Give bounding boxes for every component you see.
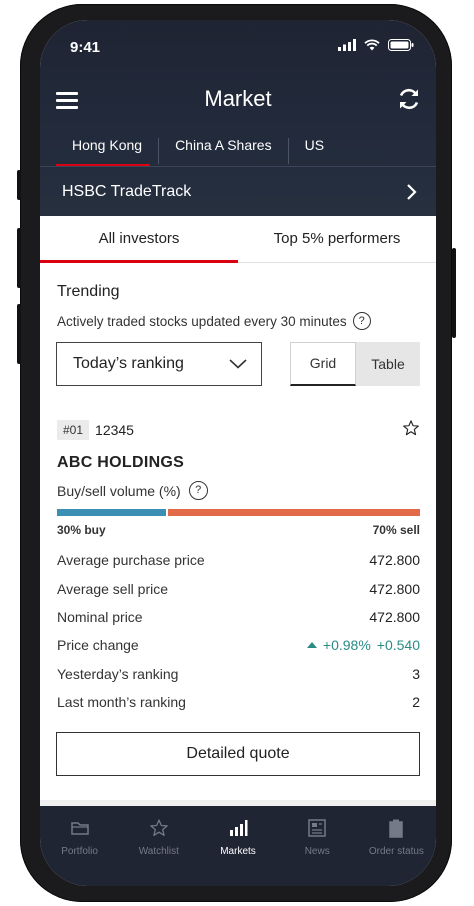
newspaper-icon [308, 819, 326, 837]
bottom-nav: Portfolio Watchlist Markets News Order s… [40, 806, 436, 886]
wifi-icon [364, 39, 380, 51]
help-icon[interactable]: ? [188, 481, 208, 500]
nav-portfolio[interactable]: Portfolio [40, 806, 119, 886]
clipboard-icon [389, 819, 404, 838]
app-screen: 9:41 Market Hong Kong China A Shares US … [40, 20, 436, 886]
volume-down-button [17, 304, 21, 364]
investor-tabs: All investors Top 5% performers [40, 216, 436, 263]
nav-label: Order status [368, 846, 424, 857]
detail-label: Price change [57, 637, 139, 654]
nav-watchlist[interactable]: Watchlist [119, 806, 198, 886]
power-button [452, 248, 456, 338]
status-time: 9:41 [70, 39, 101, 56]
signal-icon [338, 39, 356, 51]
detail-label: Yesterday’s ranking [57, 665, 179, 682]
detail-row: Yesterday’s ranking 3 [57, 660, 420, 688]
detail-row: Average purchase price 472.800 [57, 546, 420, 574]
subtitle-text: Actively traded stocks updated every 30 … [57, 313, 347, 329]
detail-label: Last month’s ranking [57, 694, 186, 711]
detail-value: 472.800 [369, 580, 420, 597]
nav-label: News [304, 846, 330, 857]
volume-label-text: Buy/sell volume (%) [57, 482, 181, 499]
price-change-amount: +0.540 [376, 637, 420, 654]
nav-order-status[interactable]: Order status [357, 806, 436, 886]
sell-segment [167, 509, 420, 516]
detail-row: Price change +0.98% +0.540 [57, 631, 420, 659]
tab-top-performers[interactable]: Top 5% performers [238, 216, 436, 262]
tradetrack-label: HSBC TradeTrack [62, 182, 192, 200]
folder-icon [70, 822, 89, 835]
buy-percent-label: 30% buy [57, 523, 106, 537]
nav-label: Portfolio [61, 846, 98, 857]
status-icons [338, 39, 414, 51]
detail-value: 472.800 [369, 552, 420, 569]
nav-label: Watchlist [138, 846, 179, 857]
volume-bar [57, 509, 420, 516]
volume-up-button [17, 228, 21, 288]
ranking-dropdown-value: Today’s ranking [73, 355, 184, 372]
market-tabs: Hong Kong China A Shares US [56, 138, 340, 167]
detail-value: 472.800 [369, 608, 420, 625]
tradetrack-link[interactable]: HSBC TradeTrack [40, 166, 436, 216]
star-icon [150, 819, 168, 836]
page-title: Market [204, 86, 272, 111]
stock-details: Average purchase price 472.800 Average s… [57, 546, 420, 716]
up-triangle-icon [306, 642, 317, 649]
detail-label: Average sell price [57, 580, 169, 597]
detail-value: 3 [412, 665, 420, 682]
main-content: All investors Top 5% performers Trending… [40, 216, 436, 800]
battery-icon [388, 39, 414, 51]
detail-row: Last month’s ranking 2 [57, 688, 420, 716]
bar-chart-icon [230, 820, 248, 836]
mute-switch [17, 170, 21, 200]
tab-us[interactable]: US [287, 138, 340, 164]
buy-segment [57, 509, 166, 516]
help-icon[interactable]: ? [352, 312, 371, 330]
tab-all-investors[interactable]: All investors [40, 216, 238, 263]
star-icon[interactable] [402, 419, 420, 437]
volume-label: Buy/sell volume (%) ? [57, 481, 208, 500]
detailed-quote-button[interactable]: Detailed quote [56, 732, 420, 776]
header: 9:41 Market Hong Kong China A Shares US … [40, 20, 436, 216]
nav-label: Markets [220, 846, 256, 857]
sell-percent-label: 70% sell [372, 523, 420, 537]
price-change-percent: +0.98% [322, 637, 371, 654]
refresh-icon[interactable] [396, 86, 422, 112]
price-change-value: +0.98% +0.540 [306, 637, 420, 654]
table-view-button[interactable]: Table [356, 342, 420, 386]
chevron-down-icon [229, 359, 247, 369]
detail-row: Nominal price 472.800 [57, 603, 420, 631]
stock-header: #01 12345 [57, 420, 134, 440]
stock-code: 12345 [95, 422, 134, 438]
view-toggle: Grid Table [290, 342, 420, 386]
tab-china-a-shares[interactable]: China A Shares [158, 138, 288, 164]
ranking-dropdown[interactable]: Today’s ranking [56, 342, 262, 386]
section-title: Trending [57, 283, 120, 300]
detail-row: Average sell price 472.800 [57, 574, 420, 602]
rank-badge: #01 [57, 420, 90, 440]
detail-label: Nominal price [57, 608, 143, 625]
chevron-right-icon [407, 183, 417, 200]
nav-news[interactable]: News [278, 806, 357, 886]
detail-value: 2 [412, 694, 420, 711]
tab-hong-kong[interactable]: Hong Kong [56, 138, 158, 167]
grid-view-button[interactable]: Grid [290, 342, 356, 386]
company-name: ABC HOLDINGS [57, 454, 185, 471]
section-subtitle: Actively traded stocks updated every 30 … [57, 312, 371, 330]
nav-markets[interactable]: Markets [198, 806, 277, 886]
detail-label: Average purchase price [57, 552, 205, 569]
